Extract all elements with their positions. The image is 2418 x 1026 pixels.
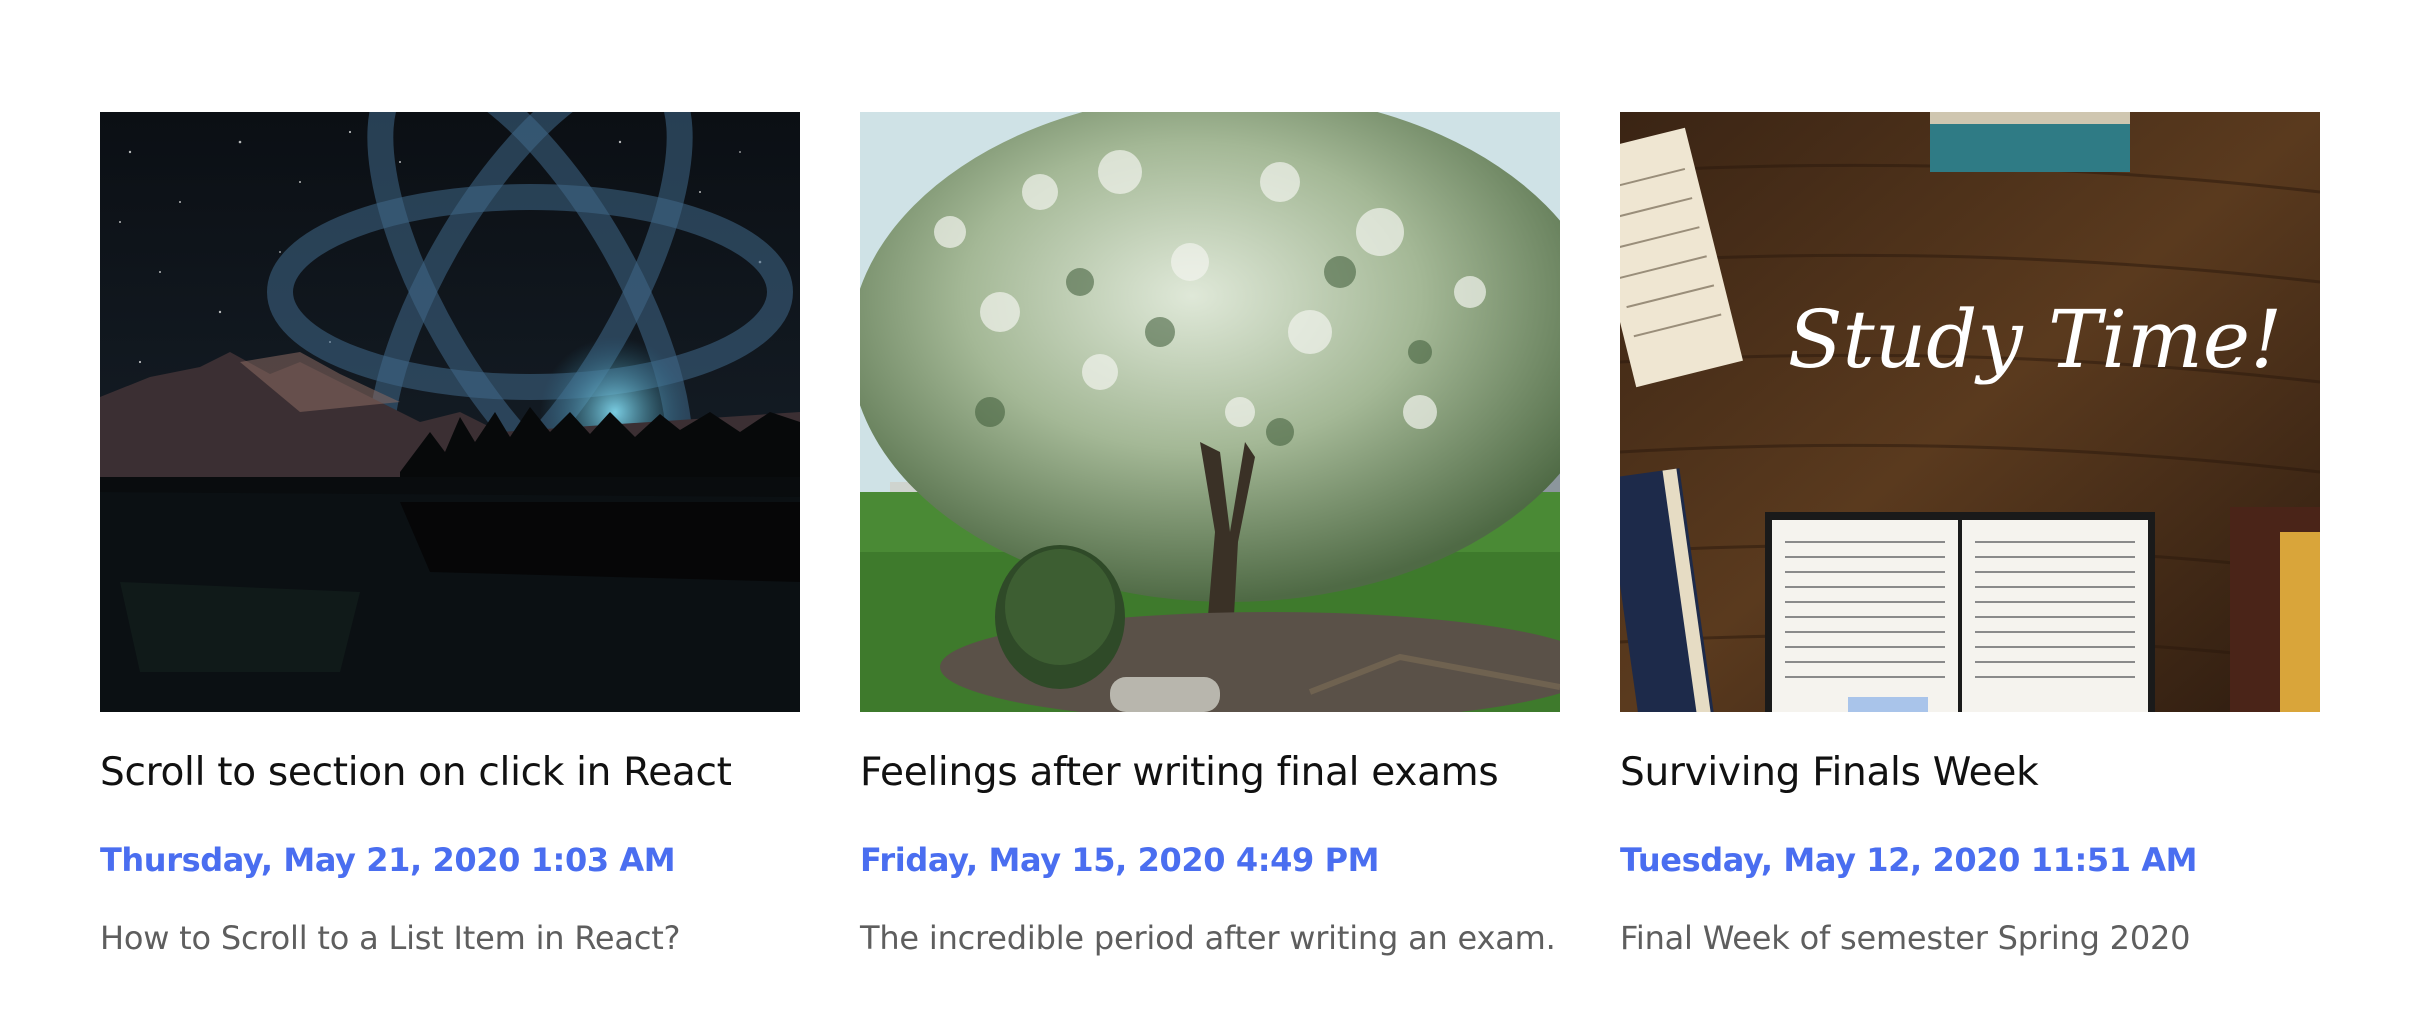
post-excerpt: How to Scroll to a List Item in React? [100,918,681,957]
blog-post-grid: Scroll to section on click in React Thur… [100,112,2320,957]
post-excerpt: The incredible period after writing an e… [860,918,1556,957]
post-excerpt: Final Week of semester Spring 2020 [1620,918,2191,957]
study-time-image-text: Study Time! [1788,293,2283,386]
post-date: Tuesday, May 12, 2020 11:51 AM [1620,840,2198,879]
post-title[interactable]: Scroll to section on click in React [100,750,800,797]
post-title[interactable]: Surviving Finals Week [1620,750,2320,797]
post-title[interactable]: Feelings after writing final exams [860,750,1560,797]
study-desk-image: Study Time! [1620,112,2320,712]
post-card-react-scroll[interactable]: Scroll to section on click in React Thur… [100,112,800,957]
post-thumbnail[interactable] [860,112,1560,712]
post-thumbnail[interactable] [100,112,800,712]
night-sky-lake-image [100,112,800,712]
post-thumbnail[interactable]: Study Time! [1620,112,2320,712]
post-card-finals-week[interactable]: Study Time! Surviving Finals Week Tuesda… [1620,112,2320,957]
post-date: Friday, May 15, 2020 4:49 PM [860,840,1380,879]
post-date: Thursday, May 21, 2020 1:03 AM [100,840,676,879]
blossoming-tree-image [860,112,1560,712]
post-card-final-exams[interactable]: Feelings after writing final exams Frida… [860,112,1560,957]
